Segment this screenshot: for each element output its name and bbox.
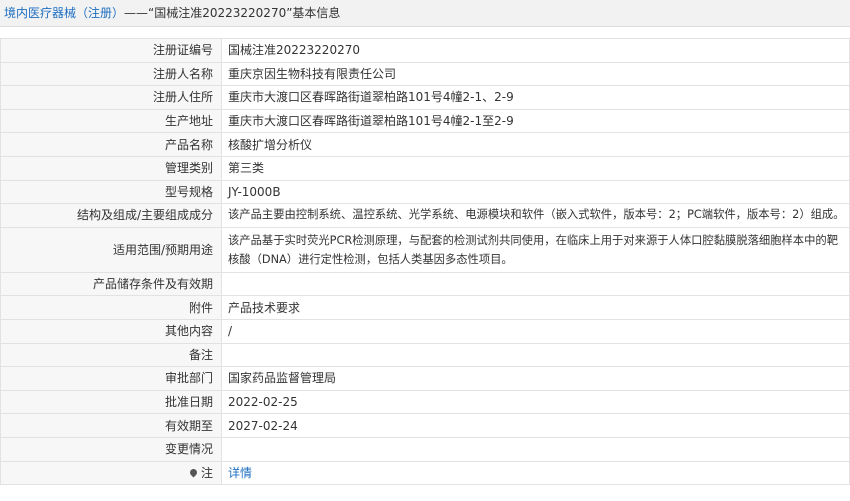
row-value: 该产品主要由控制系统、温控系统、光学系统、电源模块和软件（嵌入式软件，版本号：2… xyxy=(221,203,850,228)
breadcrumb-link[interactable]: 境内医疗器械（注册） xyxy=(4,6,124,20)
note-label-cell: 注 xyxy=(0,460,222,486)
row-value: 重庆市大渡口区春晖路街道翠柏路101号4幢2-1、2-9 xyxy=(221,85,850,110)
table-row: 注 详情 xyxy=(0,460,850,486)
row-value: 2027-02-24 xyxy=(221,413,850,438)
device-info-table: 注册证编号 国械注准20223220270 注册人名称 重庆京因生物科技有限责任… xyxy=(0,38,850,486)
row-label: 生产地址 xyxy=(0,108,222,134)
row-label: 型号规格 xyxy=(0,179,222,205)
row-value xyxy=(221,342,850,368)
row-label: 注册人名称 xyxy=(0,61,222,87)
table-row: 管理类别 第三类 xyxy=(0,155,850,181)
table-row: 审批部门 国家药品监督管理局 xyxy=(0,366,850,391)
table-row: 其他内容 / xyxy=(0,318,850,344)
row-value: / xyxy=(221,318,850,344)
row-label: 备注 xyxy=(0,342,222,368)
row-value: 2022-02-25 xyxy=(221,389,850,415)
row-value: 详情 xyxy=(221,460,850,486)
page-title: 境内医疗器械（注册）——“国械注准20223220270”基本信息 xyxy=(0,0,850,27)
row-label: 适用范围/预期用途 xyxy=(0,226,222,273)
pin-icon xyxy=(188,467,199,478)
row-value: 产品技术要求 xyxy=(221,295,850,320)
row-label: 注册证编号 xyxy=(0,38,222,63)
row-label: 批准日期 xyxy=(0,389,222,415)
row-value: 国家药品监督管理局 xyxy=(221,366,850,391)
table-row: 适用范围/预期用途 该产品基于实时荧光PCR检测原理，与配套的检测试剂共同使用，… xyxy=(0,226,850,273)
row-label: 其他内容 xyxy=(0,318,222,344)
table-row: 产品储存条件及有效期 xyxy=(0,271,850,297)
table-row: 变更情况 xyxy=(0,436,850,462)
row-value xyxy=(221,271,850,297)
table-row: 生产地址 重庆市大渡口区春晖路街道翠柏路101号4幢2-1至2-9 xyxy=(0,108,850,134)
table-row: 型号规格 JY-1000B xyxy=(0,179,850,205)
table-row: 结构及组成/主要组成成分 该产品主要由控制系统、温控系统、光学系统、电源模块和软… xyxy=(0,203,850,228)
table-row: 注册人住所 重庆市大渡口区春晖路街道翠柏路101号4幢2-1、2-9 xyxy=(0,85,850,110)
table-row: 备注 xyxy=(0,342,850,368)
row-value: 国械注准20223220270 xyxy=(221,38,850,63)
table-row: 注册人名称 重庆京因生物科技有限责任公司 xyxy=(0,61,850,87)
table-row: 注册证编号 国械注准20223220270 xyxy=(0,38,850,63)
row-value: 重庆市大渡口区春晖路街道翠柏路101号4幢2-1至2-9 xyxy=(221,108,850,134)
row-value: 重庆京因生物科技有限责任公司 xyxy=(221,61,850,87)
row-label: 注册人住所 xyxy=(0,85,222,110)
breadcrumb-title: ——“国械注准20223220270”基本信息 xyxy=(124,6,341,20)
row-value xyxy=(221,436,850,462)
row-label: 产品名称 xyxy=(0,132,222,157)
table-row: 有效期至 2027-02-24 xyxy=(0,413,850,438)
table-row: 附件 产品技术要求 xyxy=(0,295,850,320)
row-value: 该产品基于实时荧光PCR检测原理，与配套的检测试剂共同使用，在临床上用于对来源于… xyxy=(221,226,850,273)
row-label: 变更情况 xyxy=(0,436,222,462)
row-label: 附件 xyxy=(0,295,222,320)
row-label: 结构及组成/主要组成成分 xyxy=(0,203,222,228)
detail-link[interactable]: 详情 xyxy=(228,466,252,480)
row-value: 核酸扩增分析仪 xyxy=(221,132,850,157)
row-value: 第三类 xyxy=(221,155,850,181)
row-label: 注 xyxy=(200,465,213,480)
row-label: 产品储存条件及有效期 xyxy=(0,271,222,297)
row-label: 审批部门 xyxy=(0,366,222,391)
row-value: JY-1000B xyxy=(221,179,850,205)
row-label: 管理类别 xyxy=(0,155,222,181)
table-row: 批准日期 2022-02-25 xyxy=(0,389,850,415)
table-row: 产品名称 核酸扩增分析仪 xyxy=(0,132,850,157)
row-label: 有效期至 xyxy=(0,413,222,438)
